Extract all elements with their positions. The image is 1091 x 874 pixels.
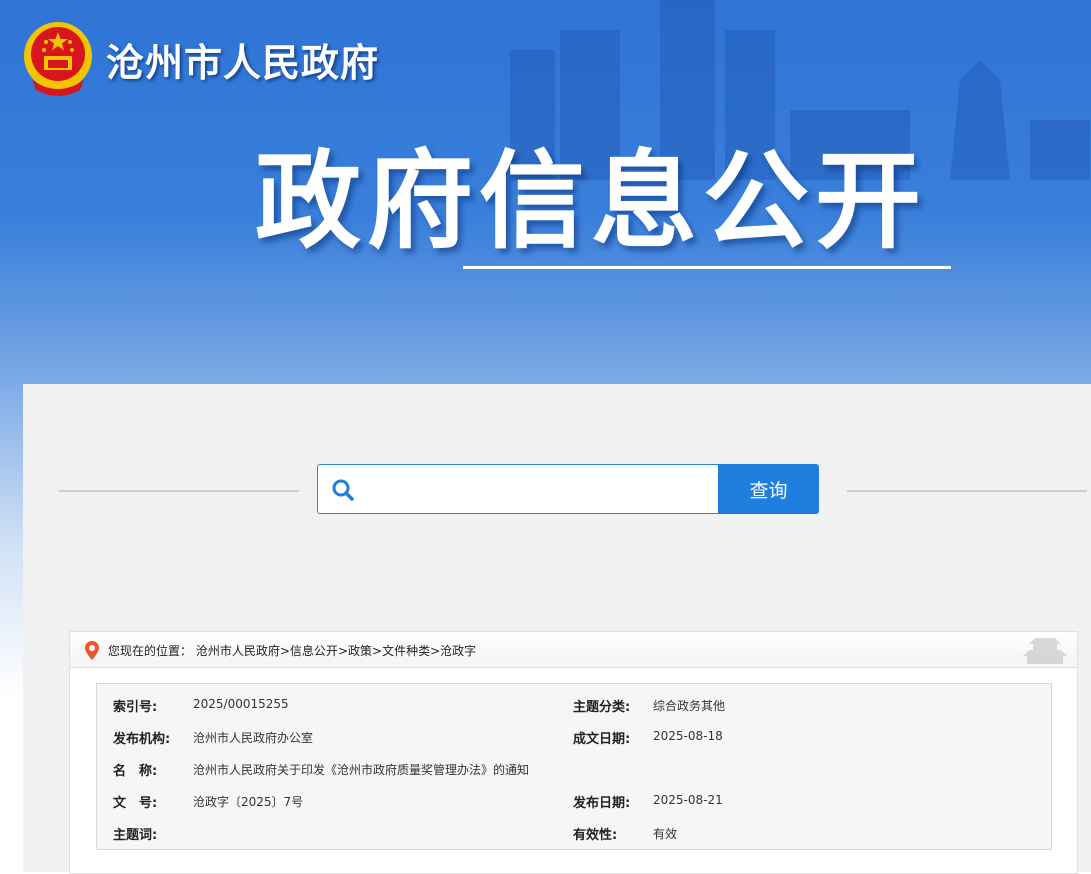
breadcrumb-separator: > — [372, 644, 383, 658]
divider-line — [847, 490, 1087, 492]
doc-no-label: 文 号: — [113, 796, 158, 811]
info-row: 索引号: 2025/00015255 主题分类: 综合政务其他 — [97, 688, 1051, 720]
national-emblem-icon — [24, 22, 92, 96]
publisher-value: 沧州市人民政府办公室 — [193, 731, 314, 745]
breadcrumb-item[interactable]: 沧州市人民政府 — [196, 644, 280, 658]
breadcrumb-prefix: 您现在的位置： — [108, 644, 193, 658]
name-value: 沧州市人民政府关于印发《沧州市政府质量奖管理办法》的通知 — [193, 763, 530, 777]
breadcrumb-item[interactable]: 沧政字 — [440, 644, 476, 658]
validity-label: 有效性: — [573, 828, 618, 843]
search-button[interactable]: 查询 — [718, 464, 819, 514]
divider-line — [59, 490, 299, 492]
name-label: 名 称: — [113, 764, 158, 779]
info-row: 名 称: 沧州市人民政府关于印发《沧州市政府质量奖管理办法》的通知 — [97, 752, 1051, 784]
publisher-label: 发布机构: — [113, 732, 171, 747]
index-no-label: 索引号: — [113, 700, 158, 715]
document-info-table: 索引号: 2025/00015255 主题分类: 综合政务其他 发布机构: 沧州… — [96, 683, 1052, 850]
breadcrumb-item[interactable]: 政策 — [348, 644, 372, 658]
site-title[interactable]: 沧州市人民政府 — [106, 32, 379, 87]
doc-no-value: 沧政字〔2025〕7号 — [193, 795, 304, 809]
breadcrumb-separator: > — [430, 644, 441, 658]
topic-label: 主题分类: — [573, 700, 631, 715]
breadcrumb-bar: 您现在的位置： 沧州市人民政府>信息公开>政策>文件种类>沧政字 — [70, 632, 1077, 668]
publish-date-value: 2025-08-21 — [653, 793, 723, 807]
breadcrumb: 您现在的位置： 沧州市人民政府>信息公开>政策>文件种类>沧政字 — [108, 642, 476, 659]
pavilion-decoration-icon — [1023, 638, 1067, 664]
main-content-area: 查询 您现在的位置： 沧州市人民政府>信息公开>政策>文件种类>沧政字 索引号:… — [23, 384, 1091, 874]
publish-date-label: 发布日期: — [573, 796, 631, 811]
search-input[interactable] — [366, 473, 710, 505]
page-title: 政府信息公开 — [255, 140, 927, 263]
breadcrumb-item[interactable]: 信息公开 — [290, 644, 338, 658]
document-panel: 您现在的位置： 沧州市人民政府>信息公开>政策>文件种类>沧政字 索引号: 20… — [69, 631, 1078, 874]
breadcrumb-separator: > — [337, 644, 348, 658]
index-no-value: 2025/00015255 — [193, 697, 289, 711]
location-pin-icon — [85, 641, 99, 660]
breadcrumb-item[interactable]: 文件种类 — [382, 644, 430, 658]
title-underline — [463, 266, 951, 269]
keywords-label: 主题词: — [113, 828, 158, 843]
validity-value: 有效 — [653, 827, 678, 841]
created-date-value: 2025-08-18 — [653, 729, 723, 743]
info-row: 发布机构: 沧州市人民政府办公室 成文日期: 2025-08-18 — [97, 720, 1051, 752]
topic-value: 综合政务其他 — [653, 699, 726, 713]
breadcrumb-separator: > — [279, 644, 290, 658]
info-row: 主题词: 有效性: 有效 — [97, 816, 1051, 848]
info-row: 文 号: 沧政字〔2025〕7号 发布日期: 2025-08-21 — [97, 784, 1051, 816]
search-icon — [332, 479, 354, 501]
search-box — [317, 464, 718, 514]
created-date-label: 成文日期: — [573, 732, 631, 747]
